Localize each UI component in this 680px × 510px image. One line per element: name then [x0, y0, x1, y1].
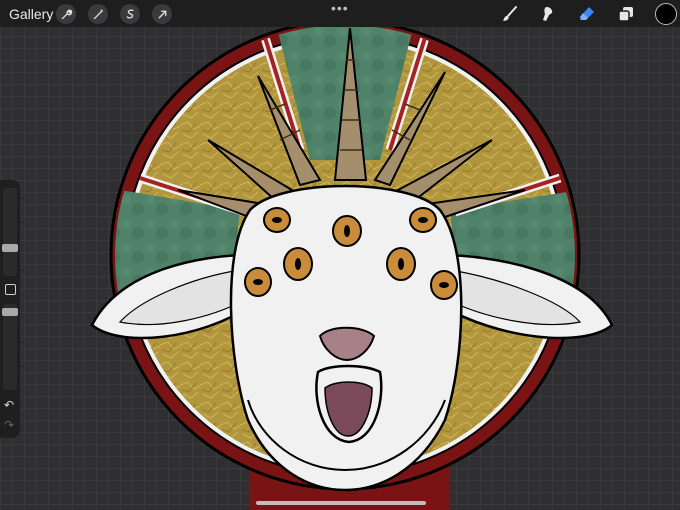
- layers-tool[interactable]: [615, 3, 637, 25]
- gallery-button[interactable]: Gallery: [9, 6, 53, 22]
- wrench-icon: [61, 9, 72, 19]
- eraser-icon: [580, 7, 594, 20]
- smudge-tool[interactable]: [537, 3, 559, 25]
- adjustments-button[interactable]: [88, 4, 108, 24]
- home-indicator[interactable]: [256, 501, 426, 505]
- transform-arrow-icon: [158, 10, 166, 18]
- more-dots[interactable]: •••: [331, 0, 349, 16]
- magic-wand-icon: [93, 8, 104, 19]
- brush-icon: [503, 6, 517, 21]
- undo-button[interactable]: ↶: [4, 398, 14, 412]
- transform-button[interactable]: [152, 4, 172, 24]
- opacity-thumb[interactable]: [2, 308, 18, 316]
- color-picker-well[interactable]: [655, 3, 677, 25]
- brush-tool[interactable]: [499, 3, 521, 25]
- modify-button[interactable]: [5, 284, 16, 295]
- smudge-icon: [543, 7, 553, 21]
- selection-button[interactable]: [120, 4, 140, 24]
- redo-button[interactable]: ↷: [4, 418, 14, 432]
- eraser-tool[interactable]: [576, 3, 598, 25]
- artwork: [90, 19, 614, 510]
- top-toolbar: Gallery •••: [0, 0, 680, 27]
- selection-icon: [126, 9, 134, 19]
- left-sidebar: ↶ ↷: [0, 180, 20, 438]
- brush-size-thumb[interactable]: [2, 244, 18, 252]
- brush-size-slider[interactable]: [2, 188, 18, 276]
- actions-button[interactable]: [56, 4, 76, 24]
- layers-icon: [618, 7, 633, 22]
- opacity-slider[interactable]: [2, 304, 18, 390]
